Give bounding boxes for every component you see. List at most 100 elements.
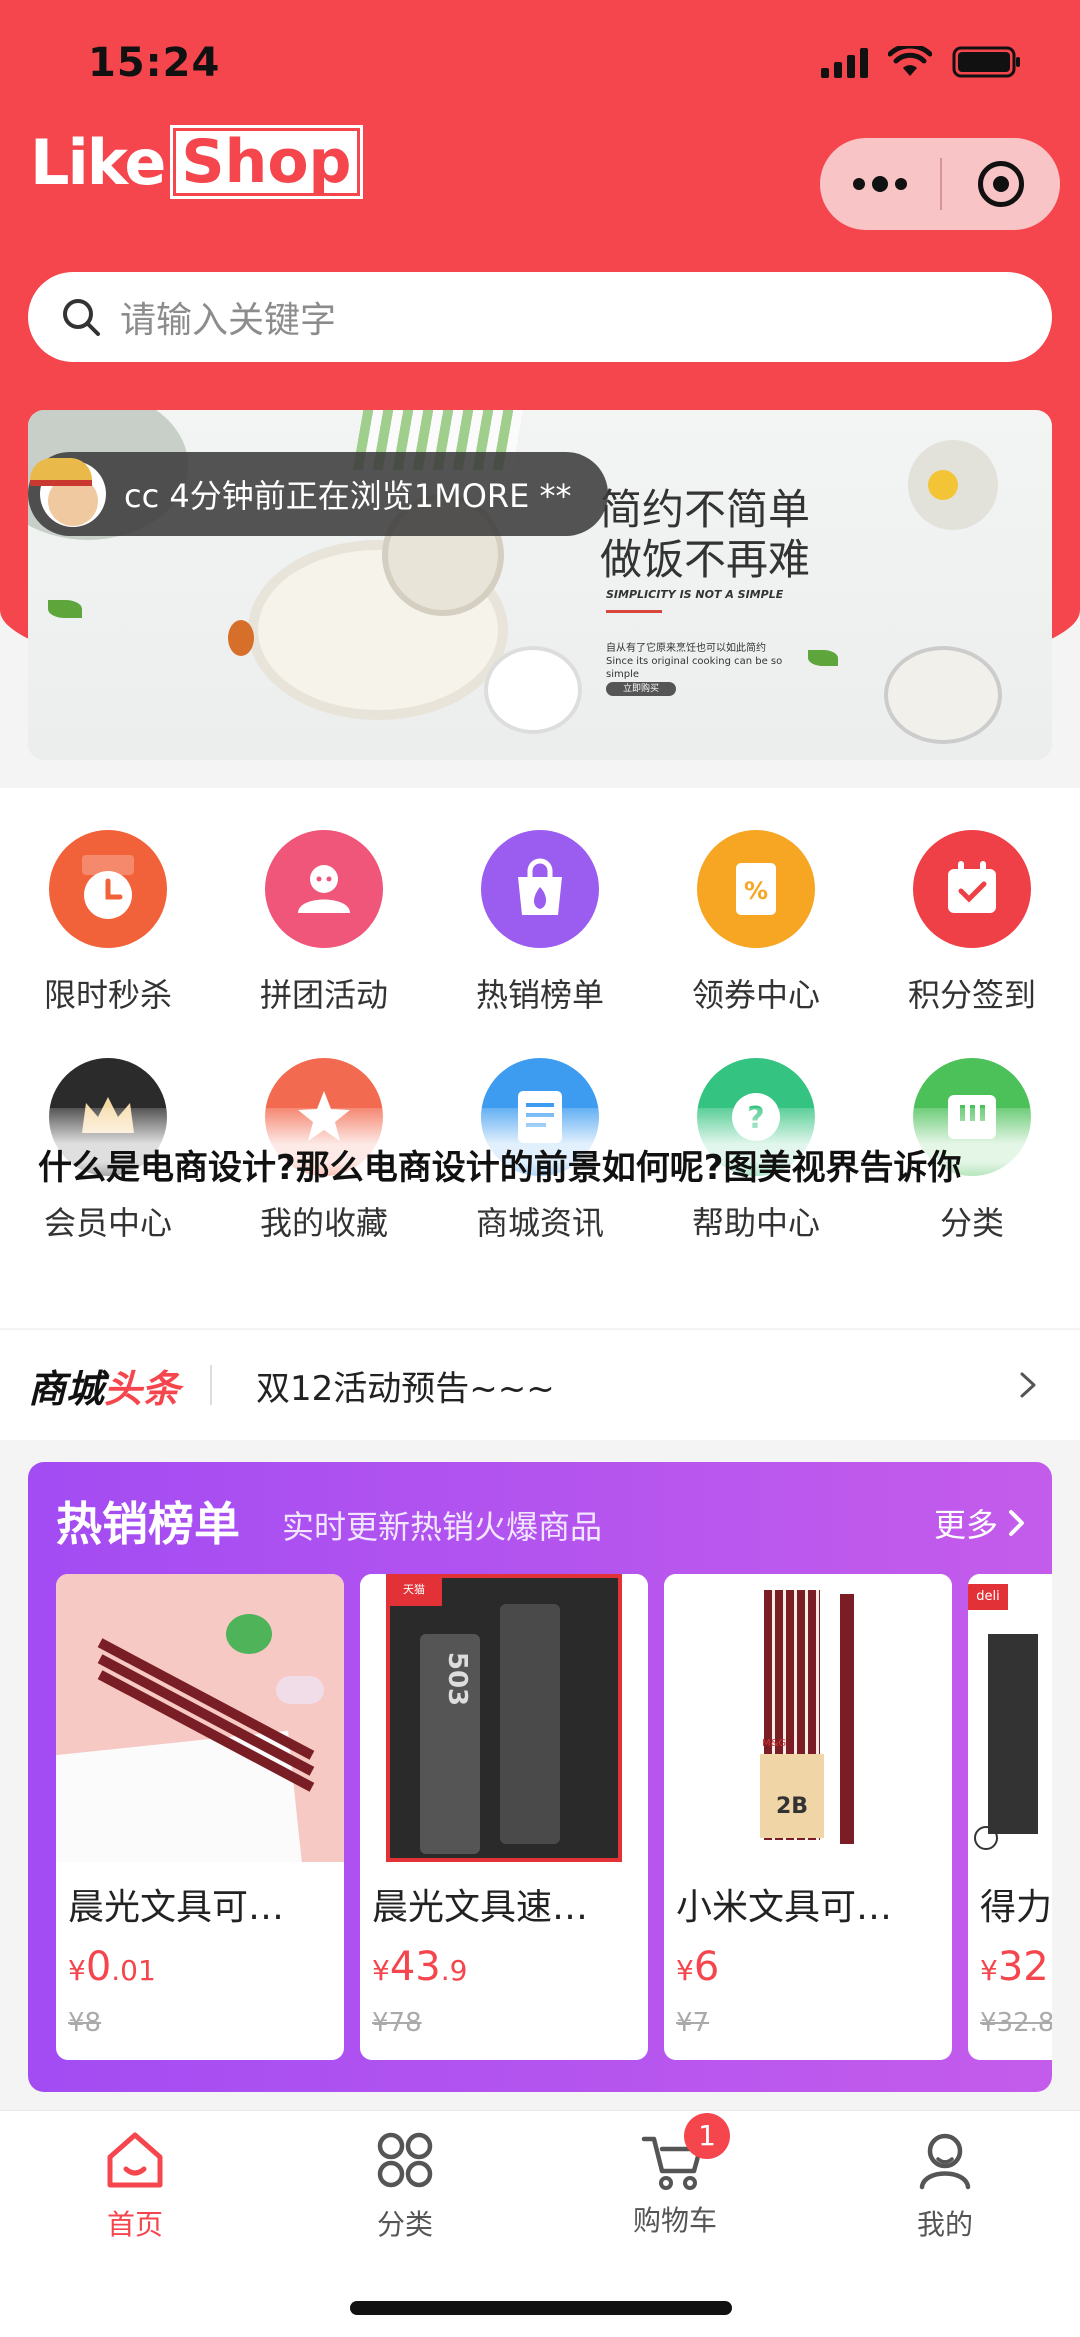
- home-icon: [107, 2132, 163, 2188]
- hot-list-more-label: 更多: [933, 1506, 998, 1544]
- menu-item-label: 商城资讯: [475, 1204, 604, 1242]
- svg-text:%: %: [744, 877, 768, 905]
- product-name: 得力…: [980, 1887, 1052, 1928]
- mg-brand: M&G: [762, 1738, 787, 1749]
- news-headline: 双12活动预告~~~: [256, 1368, 555, 1409]
- status-time: 15:24: [88, 40, 221, 86]
- banner-divider: [606, 610, 662, 613]
- menu-item-label: 积分签到: [907, 976, 1036, 1014]
- likeshop-logo: Like Shop: [30, 125, 363, 199]
- menu-item-group-buy[interactable]: 拼团活动: [216, 830, 432, 1016]
- hot-bag-icon: [481, 830, 599, 948]
- calendar-check-icon: [913, 830, 1031, 948]
- tab-cart[interactable]: 1 购物车: [540, 2113, 810, 2239]
- group-buy-icon: [265, 830, 383, 948]
- tmall-tag: 天猫: [386, 1574, 442, 1606]
- tab-category[interactable]: 分类: [270, 2125, 540, 2243]
- browsing-toast: cc 4分钟前正在浏览1MORE **: [28, 452, 608, 536]
- product-price: ¥32.: [980, 1944, 1052, 1990]
- logo-shop-text: Shop: [170, 125, 363, 199]
- chevron-right-icon: [1009, 1510, 1024, 1536]
- grid-icon: [377, 2132, 433, 2188]
- deli-tag: deli: [968, 1584, 1008, 1610]
- price-currency: ¥: [372, 1954, 390, 1987]
- status-icons: [821, 46, 1022, 78]
- wifi-icon: [888, 46, 932, 78]
- menu-item-label: 拼团活动: [259, 976, 388, 1014]
- product-carousel[interactable]: 晨光文具可… ¥0.01 ¥8 天猫 503 晨光文具速… ¥43.9 ¥78 …: [56, 1574, 1052, 2060]
- product-image: 2B M&G: [664, 1574, 952, 1862]
- product-name: 晨光文具速…: [372, 1887, 589, 1928]
- product-name: 小米文具可…: [676, 1887, 893, 1928]
- cart-icon-wrap: 1: [640, 2113, 730, 2195]
- mall-news-brand-b: 头条: [104, 1366, 181, 1411]
- price-decimal: .01: [111, 1954, 156, 1987]
- close-miniapp-icon[interactable]: [942, 138, 1060, 230]
- price-currency: ¥: [676, 1954, 694, 1987]
- miniapp-capsule: [820, 138, 1060, 230]
- banner-egg-plate: [488, 650, 578, 730]
- pencil-grade-label: 2B: [760, 1754, 824, 1838]
- tab-profile[interactable]: 我的: [810, 2125, 1080, 2243]
- price-integer: 43: [389, 1944, 441, 1990]
- menu-item-hot-list[interactable]: 热销榜单: [432, 830, 648, 1016]
- more-options-icon[interactable]: [820, 138, 940, 230]
- menu-item-label: 帮助中心: [691, 1204, 820, 1242]
- product-card[interactable]: 2B M&G 小米文具可… ¥6 ¥7: [664, 1574, 952, 2060]
- product-card[interactable]: deli 得力… ¥32. ¥32.8: [968, 1574, 1052, 2060]
- menu-item-label: 限时秒杀: [43, 976, 172, 1014]
- mall-news-brand: 商城头条: [28, 1358, 180, 1413]
- search-icon: [63, 299, 100, 336]
- product-price: ¥0.01: [68, 1944, 344, 1990]
- price-decimal: .9: [440, 1954, 468, 1987]
- menu-item-coupon[interactable]: % 领券中心: [648, 830, 864, 1016]
- play-icon[interactable]: [974, 1826, 998, 1850]
- menu-item-label: 热销榜单: [475, 976, 604, 1014]
- menu-item-flash-sale[interactable]: 限时秒杀: [0, 830, 216, 1016]
- menu-item-checkin[interactable]: 积分签到: [864, 830, 1080, 1016]
- banner-headline: 简约不简单 做饭不再难: [600, 485, 810, 585]
- home-indicator: [350, 2301, 732, 2315]
- article-overlay-title: 什么是电商设计?那么电商设计的前景如何呢?图美视界告诉你: [38, 1148, 962, 1188]
- product-image: deli: [968, 1574, 1052, 1862]
- product-card[interactable]: 晨光文具可… ¥0.01 ¥8: [56, 1574, 344, 2060]
- status-bar: 15:24: [0, 0, 1080, 130]
- menu-item-label: 会员中心: [43, 1204, 172, 1242]
- banner-tagline: SIMPLICITY IS NOT A SIMPLE: [606, 588, 784, 601]
- avatar: [30, 458, 106, 527]
- price-integer: 32.: [997, 1944, 1052, 1990]
- price-integer: 0: [85, 1944, 112, 1990]
- chevron-right-icon: [1020, 1372, 1036, 1398]
- product-card[interactable]: 天猫 503 晨光文具速… ¥43.9 ¥78: [360, 1574, 648, 2060]
- banner-salad: [888, 650, 998, 740]
- banner-egg-right: [928, 470, 958, 500]
- product-original-price: ¥8: [68, 2008, 102, 2038]
- menu-item-label: 我的收藏: [259, 1204, 388, 1242]
- news-divider: [210, 1365, 213, 1405]
- toast-text: cc 4分钟前正在浏览1MORE **: [124, 477, 572, 515]
- product-price: ¥6: [676, 1944, 952, 1990]
- hot-list-more-link[interactable]: 更多: [934, 1500, 1028, 1546]
- search-placeholder: 请输入关键字: [120, 300, 337, 341]
- product-image: [56, 1574, 344, 1862]
- tab-label: 首页: [106, 2208, 163, 2241]
- product-original-price: ¥32.8: [980, 2008, 1052, 2038]
- price-currency: ¥: [980, 1954, 998, 1987]
- hot-list-title: 热销榜单: [56, 1497, 240, 1551]
- cart-badge: 1: [684, 2113, 730, 2159]
- signal-icon: [821, 46, 868, 78]
- search-input[interactable]: 请输入关键字: [28, 272, 1052, 362]
- logo-like-text: Like: [30, 125, 166, 199]
- tab-home[interactable]: 首页: [0, 2125, 270, 2243]
- banner-buy-button[interactable]: 立即购买: [606, 682, 676, 696]
- product-original-price: ¥7: [676, 2008, 710, 2038]
- hot-list-section: 热销榜单 实时更新热销火爆商品 更多 晨光文具可… ¥0.01 ¥8 天猫 50…: [28, 1462, 1052, 2092]
- banner-leaf: [48, 600, 82, 618]
- price-integer: 6: [693, 1944, 720, 1990]
- banner-headline-line1: 简约不简单: [600, 485, 811, 534]
- tab-label: 分类: [376, 2208, 433, 2241]
- banner-headline-line2: 做饭不再难: [600, 535, 811, 584]
- mall-news-bar[interactable]: 商城头条 双12活动预告~~~: [0, 1330, 1080, 1440]
- flash-sale-alarm-icon: [49, 830, 167, 948]
- pen-model-text: 503: [442, 1651, 473, 1707]
